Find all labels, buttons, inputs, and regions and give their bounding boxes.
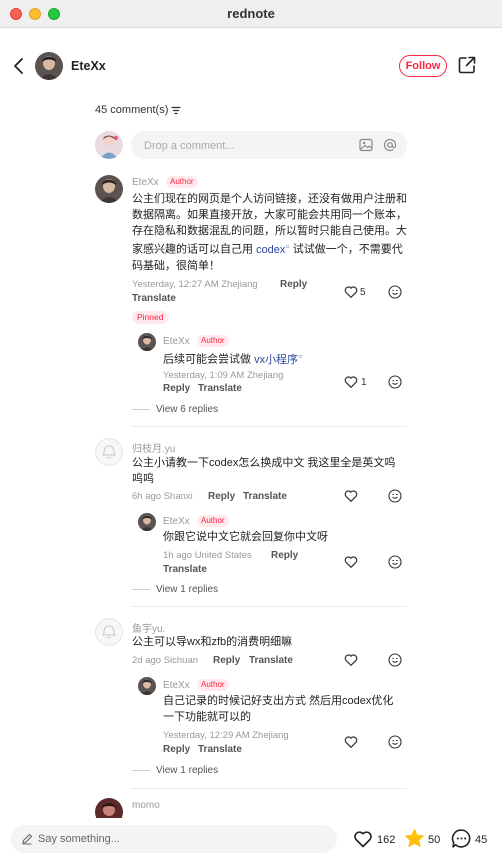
comment-input-placeholder: Drop a comment... <box>144 140 235 152</box>
author-badge: Author <box>166 176 198 188</box>
commenter-avatar[interactable] <box>95 438 123 466</box>
emoji-react-icon[interactable] <box>388 375 402 389</box>
emoji-react-icon[interactable] <box>388 489 402 503</box>
commenter-avatar[interactable] <box>95 175 123 203</box>
pencil-icon <box>22 833 33 845</box>
bottom-bar: Say something... 162 50 45 <box>0 818 502 859</box>
view-replies-button[interactable]: View 1 replies <box>132 584 218 595</box>
like-heart-icon[interactable] <box>353 829 373 849</box>
comment-count: 45 comment(s) <box>95 104 169 116</box>
comment-meta: 2d ago Sichuan <box>132 655 199 666</box>
emoji-react-icon[interactable] <box>388 285 402 299</box>
reply-button[interactable]: Reply <box>163 744 190 755</box>
emoji-react-icon[interactable] <box>388 653 402 667</box>
heart-icon[interactable] <box>344 555 358 569</box>
current-user-avatar <box>95 131 123 159</box>
back-arrow-icon[interactable] <box>10 56 28 76</box>
reply-avatar[interactable] <box>138 677 156 695</box>
mention-icon[interactable] <box>383 138 397 152</box>
heart-icon[interactable] <box>344 489 358 503</box>
commenter-name[interactable]: momo <box>132 800 160 811</box>
heart-icon[interactable] <box>344 735 358 749</box>
comment-input[interactable]: Drop a comment... <box>131 131 407 159</box>
translate-button[interactable]: Translate <box>163 564 207 575</box>
comment-text: 公主小请教一下codex怎么换成中文 我这里全是英文呜 呜呜 <box>132 457 396 485</box>
window-titlebar: rednote <box>0 0 502 28</box>
commenter-name[interactable]: 鱼宇yu. <box>132 620 165 635</box>
reply-meta: 1h ago United States <box>163 550 252 561</box>
window-title: rednote <box>227 6 275 21</box>
share-icon[interactable] <box>458 56 476 74</box>
emoji-react-icon[interactable] <box>388 555 402 569</box>
reply-button[interactable]: Reply <box>280 279 307 290</box>
reply-button[interactable]: Reply <box>213 655 240 666</box>
say-something-input[interactable]: Say something... <box>11 825 337 853</box>
codex-tag[interactable]: codex○ <box>256 243 290 256</box>
emoji-react-icon[interactable] <box>388 735 402 749</box>
comment-total: 45 <box>475 834 488 846</box>
heart-icon[interactable] <box>344 375 358 389</box>
comment-meta: Yesterday, 12:27 AM Zhejiang <box>132 279 258 290</box>
divider <box>131 788 407 789</box>
author-badge: Author <box>197 335 229 347</box>
heart-icon[interactable] <box>344 653 358 667</box>
reply-meta: Yesterday, 1:09 AM Zhejiang <box>163 370 284 381</box>
like-total: 162 <box>377 834 396 846</box>
reply-text: 你跟它说中文它就会回复你中文呀 <box>163 531 328 543</box>
author-avatar[interactable] <box>35 52 63 80</box>
star-total: 50 <box>428 834 441 846</box>
comment-text: 公主可以导wx和zfb的消费明细嘛 <box>132 636 293 648</box>
reply-meta: Yesterday, 12:29 AM Zhejiang <box>163 730 289 741</box>
divider <box>131 426 407 427</box>
translate-button[interactable]: Translate <box>198 744 242 755</box>
reply-button[interactable]: Reply <box>163 383 190 394</box>
commenter-name[interactable]: EteXx <box>132 177 159 188</box>
comment-bubble-icon[interactable] <box>451 828 472 849</box>
commenter-avatar[interactable] <box>95 618 123 646</box>
reply-user-name[interactable]: EteXx <box>163 516 190 527</box>
translate-button[interactable]: Translate <box>198 383 242 394</box>
reply-text: 后续可能会尝试做 vx小程序○ <box>163 353 303 366</box>
comment-text: 公主们现在的网页是个人访问链接，还没有做用户注册和 数据隔离。如果直接开放，大家… <box>132 193 407 272</box>
author-badge: Author <box>197 515 229 527</box>
view-replies-button[interactable]: View 1 replies <box>132 765 218 776</box>
reply-button[interactable]: Reply <box>208 491 235 502</box>
comment-meta: 6h ago Shanxi <box>132 491 193 502</box>
translate-button[interactable]: Translate <box>132 293 176 304</box>
view-replies-button[interactable]: View 6 replies <box>132 404 218 415</box>
like-count: 1 <box>361 377 367 388</box>
follow-button[interactable]: Follow <box>399 55 447 77</box>
commenter-name[interactable]: 归枝月.yu <box>132 440 175 455</box>
vx-miniprogram-tag[interactable]: vx小程序○ <box>254 353 302 366</box>
sort-icon[interactable] <box>171 106 181 115</box>
comment-count-row[interactable]: 45 comment(s) <box>95 104 181 116</box>
like-count: 5 <box>360 287 366 298</box>
heart-icon[interactable] <box>344 285 358 299</box>
translate-button[interactable]: Translate <box>249 655 293 666</box>
reply-button[interactable]: Reply <box>271 550 298 561</box>
divider <box>131 606 407 607</box>
pinned-badge: Pinned <box>132 311 169 324</box>
translate-button[interactable]: Translate <box>243 491 287 502</box>
image-icon[interactable] <box>359 138 373 152</box>
reply-user-name[interactable]: EteXx <box>163 680 190 691</box>
star-favorite-icon[interactable] <box>404 828 425 849</box>
say-something-placeholder: Say something... <box>38 833 120 845</box>
reply-user-name[interactable]: EteXx <box>163 336 190 347</box>
reply-avatar[interactable] <box>138 513 156 531</box>
author-name[interactable]: EteXx <box>71 59 106 73</box>
reply-avatar[interactable] <box>138 333 156 351</box>
author-badge: Author <box>197 679 229 691</box>
reply-text: 自己记录的时候记好支出方式 然后用codex优化 一下功能就可以的 <box>163 695 394 723</box>
